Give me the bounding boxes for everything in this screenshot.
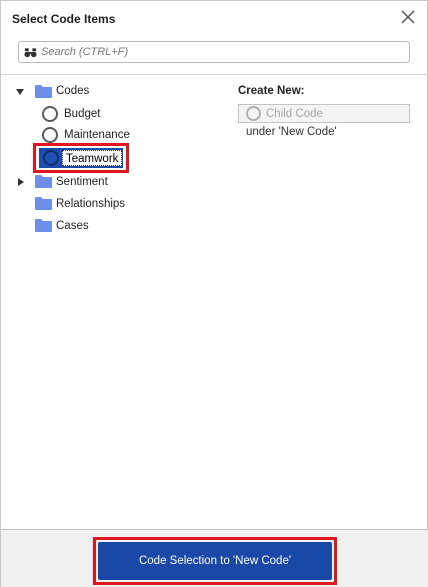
folder-icon (35, 175, 52, 188)
dialog-title: Select Code Items (12, 12, 116, 26)
tree-item-label: Sentiment (56, 176, 108, 188)
folder-icon (35, 85, 52, 98)
tree-item-label: Cases (56, 220, 89, 232)
tree-item-label: Budget (64, 108, 101, 120)
radio-icon[interactable] (42, 127, 58, 143)
tree-item-label: Codes (56, 85, 90, 97)
child-code-label: Child Code (266, 108, 323, 120)
tree-item-relationships[interactable]: Relationships (56, 194, 125, 214)
divider (1, 74, 428, 75)
folder-icon (35, 219, 52, 232)
close-icon[interactable] (399, 8, 417, 26)
under-text: under 'New Code' (246, 126, 337, 138)
tree-item-maintenance[interactable]: Maintenance (64, 125, 130, 145)
tree-item-label: Relationships (56, 198, 126, 210)
search-box[interactable] (18, 41, 410, 63)
binoculars-icon (24, 48, 37, 58)
tree-item-budget[interactable]: Budget (64, 104, 100, 124)
tree-item-cases[interactable]: Cases (56, 216, 89, 236)
code-selection-button[interactable]: Code Selection to 'New Code' (98, 542, 332, 580)
tree-item-label: Teamwork (62, 150, 123, 166)
expand-toggle-sentiment[interactable] (18, 178, 24, 186)
radio-icon (246, 106, 261, 121)
select-code-items-dialog: Select Code Items Codes Budget Maintenan… (0, 0, 428, 587)
tree-item-sentiment[interactable]: Sentiment (56, 172, 108, 192)
tree-item-label: Maintenance (64, 129, 130, 141)
radio-icon[interactable] (43, 150, 59, 166)
radio-icon[interactable] (42, 106, 58, 122)
expand-toggle-codes[interactable] (16, 89, 24, 95)
search-input[interactable] (41, 44, 401, 60)
create-new-title: Create New: (238, 85, 305, 97)
folder-icon (35, 197, 52, 210)
child-code-option: Child Code (238, 104, 410, 123)
tree-item-codes[interactable]: Codes (56, 81, 89, 101)
